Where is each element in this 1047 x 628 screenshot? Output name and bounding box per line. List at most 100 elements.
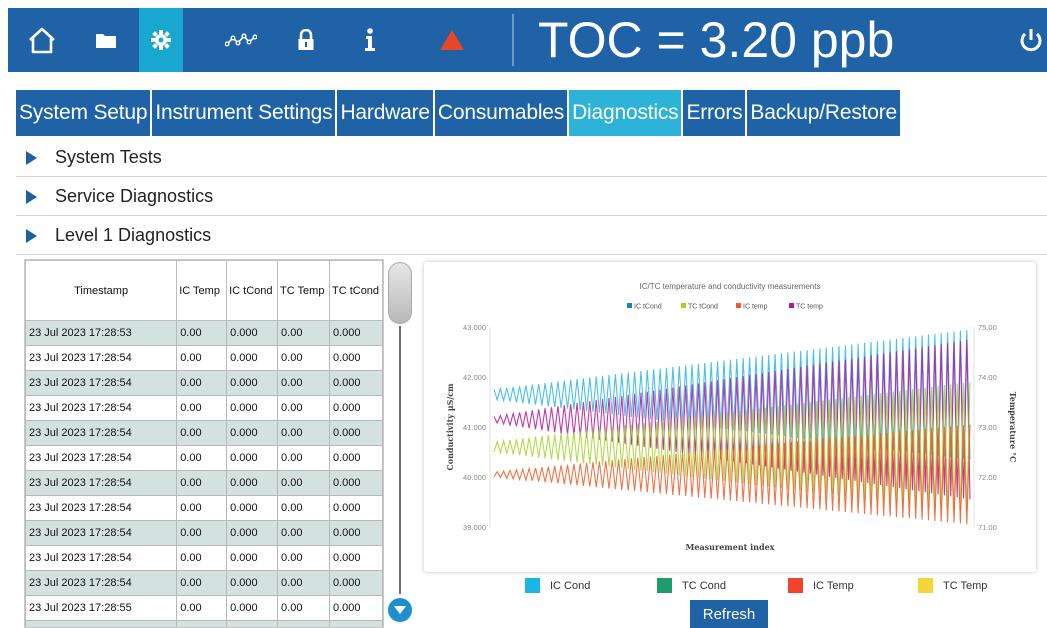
legend-label: IC Temp: [813, 579, 854, 592]
legend-label: TC Temp: [943, 579, 988, 592]
tab-hardware[interactable]: Hardware: [337, 90, 435, 136]
tab-consumables[interactable]: Consumables: [434, 90, 570, 136]
expand-arrow-icon: [26, 189, 37, 204]
refresh-button[interactable]: Refresh: [690, 600, 768, 628]
legend-entry: TC tCond: [688, 304, 718, 311]
table-row[interactable]: 23 Jul 2023 17:28:54 0.00 0.000 0.00 0.000: [25, 345, 383, 371]
table-cell: 0.000: [328, 395, 383, 421]
y-tick-label-right: 73.00: [978, 423, 997, 432]
lock-icon[interactable]: [284, 8, 328, 72]
legend-label: TC Cond: [682, 579, 727, 592]
table-cell: 0.00: [176, 570, 228, 596]
legend-swatch: [657, 578, 672, 593]
column-header-ic-tcond[interactable]: IC tCond: [226, 260, 279, 321]
scrollbar-thumb[interactable]: [388, 262, 412, 324]
section-service-diagnostics[interactable]: Service Diagnostics: [16, 178, 1047, 216]
section-system-tests[interactable]: System Tests: [16, 139, 1047, 177]
column-header-ic-temp[interactable]: IC Temp: [176, 260, 228, 321]
table-row[interactable]: 23 Jul 2023 17:28:54 0.00 0.000 0.00 0.000: [25, 470, 383, 496]
tab-diagnostics[interactable]: Diagnostics: [569, 90, 684, 136]
column-header-timestamp[interactable]: Timestamp: [25, 260, 178, 321]
table-cell: 0.00: [277, 570, 330, 596]
table-row[interactable]: 23 Jul 2023 17:28:54 0.00 0.000 0.00 0.000: [25, 420, 383, 446]
table-row[interactable]: 23 Jul 2023 17:28:54 0.00 0.000 0.00 0.000: [25, 545, 383, 571]
info-icon[interactable]: [348, 8, 392, 72]
tab-system-setup[interactable]: System Setup: [16, 90, 153, 136]
alert-triangle-icon[interactable]: [430, 8, 474, 72]
chart-panel: IC/TC temperature and conductivity measu…: [424, 262, 1036, 572]
table-cell: 0.00: [277, 545, 330, 571]
folder-icon[interactable]: [84, 8, 128, 72]
table-cell: 0.000: [226, 570, 279, 596]
trend-icon[interactable]: [219, 8, 263, 72]
expand-arrow-icon: [26, 150, 37, 165]
table-row[interactable]: 23 Jul 2023 17:28:54 0.00 0.000 0.00 0.000: [25, 520, 383, 546]
x-axis-label: Measurement index: [686, 542, 775, 552]
table-cell: 0.00: [176, 545, 228, 571]
legend-item-ic-cond[interactable]: IC Cond: [525, 578, 590, 593]
power-icon[interactable]: [1018, 8, 1047, 72]
table-row[interactable]: 23 Jul 2023 17:28:54 0.00 0.000 0.00 0.000: [25, 570, 383, 596]
y-axis-label-left: Conductivity µS/cm: [445, 383, 455, 471]
legend-swatch: [918, 578, 933, 593]
column-header-tc-temp[interactable]: TC Temp: [277, 260, 330, 321]
table-cell: 0.000: [226, 420, 279, 446]
table-row[interactable]: 23 Jul 2023 17:28:53 0.00 0.000 0.00 0.000: [25, 320, 383, 346]
tab-backup-restore[interactable]: Backup/Restore: [747, 90, 903, 136]
section-label: System Tests: [55, 147, 162, 167]
table-cell: 0.00: [176, 345, 228, 371]
y-tick-label-right: 74.00: [978, 373, 997, 382]
table-cell: 0.000: [328, 620, 383, 627]
table-cell: 0.00: [277, 495, 330, 521]
table-cell: 23 Jul 2023 17:28:55: [25, 595, 178, 621]
legend-item-tc-temp[interactable]: TC Temp: [918, 578, 987, 593]
table-cell: 0.000: [226, 370, 279, 396]
table-cell: 0.00: [176, 395, 228, 421]
y-tick-label-left: 39.000: [463, 523, 486, 532]
table-cell: 0.00: [176, 320, 228, 346]
table-cell: 23 Jul 2023 17:28:54: [25, 495, 178, 521]
tab-errors[interactable]: Errors: [683, 90, 748, 136]
table-cell: 0.00: [176, 495, 228, 521]
table-cell: 23 Jul 2023 17:28:54: [25, 345, 178, 371]
table-cell: 0.000: [226, 320, 279, 346]
chart-legend: IC Cond TC Cond IC Temp TC Temp: [424, 578, 1036, 600]
table-row[interactable]: 23 Jul 2023 17:28:550.000.0000.000.000: [25, 620, 383, 627]
legend-label: IC Cond: [550, 579, 591, 592]
table-cell: 0.000: [328, 370, 383, 396]
table-cell: 0.00: [176, 620, 228, 627]
scroll-down-button[interactable]: [388, 598, 412, 622]
scrollbar-track-line: [399, 326, 401, 594]
legend-item-tc-cond[interactable]: TC Cond: [657, 578, 726, 593]
column-header-tc-tcond[interactable]: TC tCond: [328, 260, 383, 321]
gear-icon[interactable]: [139, 8, 183, 72]
table-cell: 0.00: [176, 420, 228, 446]
tab-bar: System Setup Instrument Settings Hardwar…: [16, 90, 903, 136]
table-cell: 0.000: [328, 595, 383, 621]
table-row[interactable]: 23 Jul 2023 17:28:550.000.0000.000.000: [25, 595, 383, 621]
table-row[interactable]: 23 Jul 2023 17:28:54 0.00 0.000 0.00 0.000: [25, 495, 383, 521]
legend-swatch: [627, 303, 632, 308]
legend-entry: IC temp: [743, 304, 768, 311]
table-cell: 23 Jul 2023 17:28:53: [25, 320, 178, 346]
table-cell: 0.00: [277, 395, 330, 421]
home-icon[interactable]: [20, 8, 64, 72]
table-row[interactable]: 23 Jul 2023 17:28:54 0.00 0.000 0.00 0.000: [25, 445, 383, 471]
legend-item-ic-temp[interactable]: IC Temp: [788, 578, 854, 593]
table-row[interactable]: 23 Jul 2023 17:28:54 0.00 0.000 0.00 0.000: [25, 370, 383, 396]
table-cell: 23 Jul 2023 17:28:54: [25, 395, 178, 421]
table-row[interactable]: 23 Jul 2023 17:28:54 0.00 0.000 0.00 0.000: [25, 395, 383, 421]
section-level-1-diagnostics[interactable]: Level 1 Diagnostics: [16, 217, 1047, 255]
tab-instrument-settings[interactable]: Instrument Settings: [152, 90, 338, 136]
table-cell: 0.00: [277, 320, 330, 346]
legend-swatch: [681, 303, 686, 308]
table-cell: 0.000: [226, 595, 279, 621]
legend-swatch: [789, 303, 794, 308]
table-cell: 0.000: [226, 345, 279, 371]
table-cell: 0.000: [328, 445, 383, 471]
table-cell: 0.00: [176, 595, 228, 621]
table-cell: 23 Jul 2023 17:28:54: [25, 470, 178, 496]
table-cell: 0.000: [226, 520, 279, 546]
y-tick-label-left: 41.000: [463, 423, 486, 432]
legend-entry: TC temp: [796, 304, 823, 311]
